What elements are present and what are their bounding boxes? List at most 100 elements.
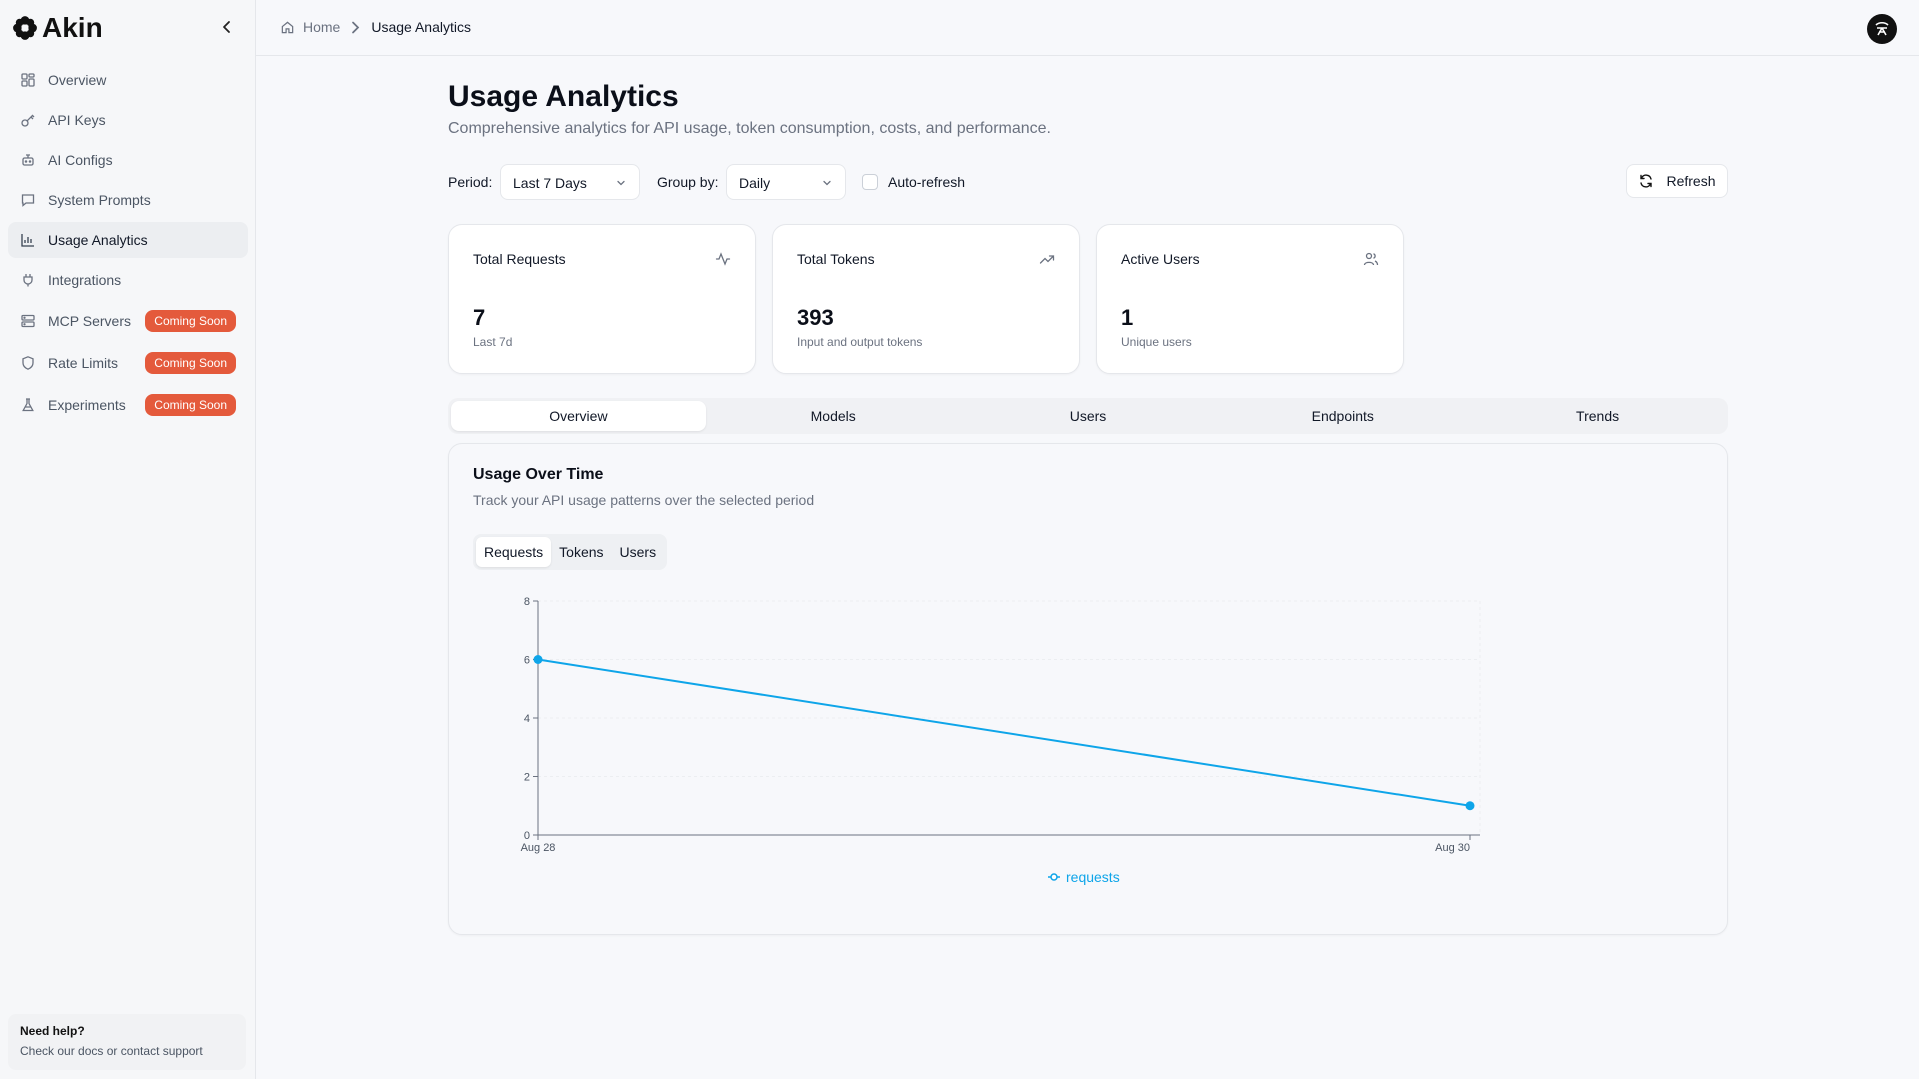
- shield-icon: [20, 355, 36, 371]
- x-tick-label: Aug 28: [521, 842, 556, 854]
- tab-overview[interactable]: Overview: [451, 401, 706, 431]
- plug-icon: [20, 272, 36, 288]
- stat-sub: Unique users: [1121, 335, 1192, 349]
- data-point: [533, 655, 543, 664]
- stat-card-active-users: Active Users 1 Unique users: [1096, 224, 1404, 374]
- stat-sub: Input and output tokens: [797, 335, 923, 349]
- auto-refresh-checkbox[interactable]: [862, 174, 878, 190]
- x-tick-label: Aug 30: [1435, 842, 1470, 854]
- sidebar-item-label: MCP Servers: [48, 313, 131, 329]
- breadcrumb-home-link[interactable]: Home: [303, 19, 340, 35]
- help-text: Check our docs or contact support: [20, 1044, 203, 1058]
- collapse-sidebar-button[interactable]: [220, 18, 234, 36]
- flask-icon: [20, 397, 36, 413]
- auto-refresh-label: Auto-refresh: [888, 174, 966, 190]
- sidebar-item-label: Overview: [48, 72, 107, 88]
- sidebar-item-label: Integrations: [48, 272, 122, 288]
- stat-card-total-tokens: Total Tokens 393 Input and output tokens: [772, 224, 1080, 374]
- home-icon: [281, 21, 294, 33]
- legend-label: requests: [1066, 869, 1120, 885]
- sidebar-item-api-keys[interactable]: API Keys: [8, 102, 248, 138]
- stat-value: 1: [1121, 305, 1134, 330]
- sidebar-item-overview[interactable]: Overview: [8, 62, 248, 98]
- help-title: Need help?: [20, 1024, 85, 1038]
- sidebar-item-rate-limits[interactable]: Rate Limits Coming Soon: [8, 344, 248, 382]
- stat-card-total-requests: Total Requests 7 Last 7d: [448, 224, 756, 374]
- breadcrumb: Home Usage Analytics: [280, 19, 471, 35]
- chevron-left-icon: [223, 21, 230, 33]
- help-box[interactable]: Need help? Check our docs or contact sup…: [8, 1014, 246, 1070]
- sidebar-item-label: API Keys: [48, 112, 106, 128]
- sidebar-item-integrations[interactable]: Integrations: [8, 262, 248, 298]
- coming-soon-badge: Coming Soon: [145, 310, 236, 332]
- refresh-button[interactable]: Refresh: [1626, 164, 1728, 198]
- metric-subtabs: Requests Tokens Users: [473, 534, 668, 570]
- page-subtitle: Comprehensive analytics for API usage, t…: [448, 120, 1051, 137]
- period-select[interactable]: Last 7 Days: [500, 164, 640, 200]
- y-tick-label: 6: [524, 655, 530, 667]
- sidebar-item-ai-configs[interactable]: AI Configs: [8, 142, 248, 178]
- tab-users[interactable]: Users: [961, 401, 1216, 431]
- y-tick-label: 4: [524, 713, 530, 725]
- sidebar-item-experiments[interactable]: Experiments Coming Soon: [8, 386, 248, 424]
- sidebar-item-label: Experiments: [48, 397, 126, 413]
- sidebar-item-label: Rate Limits: [48, 355, 119, 371]
- auto-refresh-toggle[interactable]: Auto-refresh: [862, 174, 965, 190]
- data-point: [1465, 801, 1475, 811]
- message-icon: [20, 192, 36, 208]
- brand-name: Akin: [42, 12, 103, 43]
- group-by-select[interactable]: Daily: [726, 164, 846, 200]
- stat-value: 7: [473, 305, 486, 330]
- y-tick-label: 2: [524, 772, 530, 784]
- filter-controls: Period: Last 7 Days Group by: Daily Auto…: [448, 164, 1728, 200]
- period-label: Period:: [448, 174, 493, 190]
- stat-value: 393: [797, 305, 834, 330]
- page-title: Usage Analytics: [448, 80, 679, 113]
- users-icon: [1363, 252, 1379, 266]
- period-value: Last 7 Days: [513, 175, 587, 191]
- coming-soon-badge: Coming Soon: [145, 394, 236, 416]
- chevron-down-icon: [617, 180, 625, 186]
- subtab-tokens[interactable]: Tokens: [551, 537, 611, 567]
- subtab-requests[interactable]: Requests: [476, 537, 552, 567]
- user-avatar[interactable]: [1867, 14, 1897, 44]
- breadcrumb-current: Usage Analytics: [371, 19, 471, 35]
- topbar: Home Usage Analytics: [256, 0, 1919, 56]
- brand-logo[interactable]: Akin: [12, 12, 103, 44]
- sidebar: Akin Overview API Keys AI Configs System…: [0, 0, 256, 1079]
- key-icon: [20, 112, 36, 128]
- sidebar-item-mcp-servers[interactable]: MCP Servers Coming Soon: [8, 302, 248, 340]
- stat-label: Total Tokens: [797, 251, 875, 267]
- trending-up-icon: [1039, 255, 1055, 264]
- group-by-label: Group by:: [657, 174, 719, 190]
- usage-line-chart: 0 2 4 6 8 Aug 28 Aug 30 requests: [521, 596, 1481, 885]
- chevron-right-icon: [352, 21, 360, 33]
- tab-trends[interactable]: Trends: [1470, 401, 1725, 431]
- panel-title: Usage Over Time: [473, 466, 604, 483]
- sidebar-item-label: AI Configs: [48, 152, 113, 168]
- stat-label: Total Requests: [473, 251, 566, 267]
- bot-icon: [20, 152, 36, 168]
- chevron-down-icon: [823, 180, 831, 186]
- sidebar-item-usage-analytics[interactable]: Usage Analytics: [8, 222, 248, 258]
- y-tick-label: 8: [524, 596, 530, 608]
- bar-chart-icon: [20, 232, 36, 248]
- sidebar-item-label: System Prompts: [48, 192, 151, 208]
- panel-subtitle: Track your API usage patterns over the s…: [473, 492, 815, 508]
- group-by-value: Daily: [739, 175, 771, 191]
- y-tick-label: 0: [524, 830, 530, 842]
- coming-soon-badge: Coming Soon: [145, 352, 236, 374]
- avatar-logo-icon: [1875, 21, 1889, 36]
- series-line-requests: [537, 658, 1471, 807]
- usage-over-time-panel: 0 2 4 6 8 Aug 28 Aug 30 requests Usage Over Tim…: [448, 443, 1728, 935]
- tab-endpoints[interactable]: Endpoints: [1215, 401, 1470, 431]
- stat-sub: Last 7d: [473, 335, 513, 349]
- grid-icon: [20, 72, 36, 88]
- legend-marker: [1050, 873, 1058, 881]
- analytics-tabs: Overview Models Users Endpoints Trends: [448, 398, 1728, 434]
- subtab-users[interactable]: Users: [612, 537, 665, 567]
- server-icon: [20, 313, 36, 329]
- sidebar-item-system-prompts[interactable]: System Prompts: [8, 182, 248, 218]
- activity-icon: [715, 252, 731, 266]
- tab-models[interactable]: Models: [706, 401, 961, 431]
